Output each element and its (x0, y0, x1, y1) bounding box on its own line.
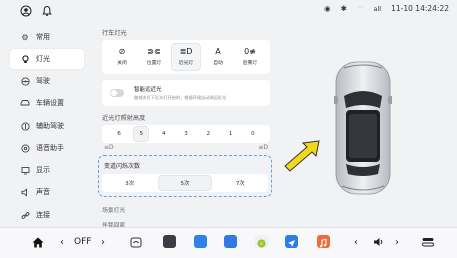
sidebar-item-sound[interactable]: 声音 (10, 182, 84, 202)
beam-high-icon: ≡D (258, 144, 268, 151)
beam-height-option[interactable]: 2 (201, 127, 215, 141)
signal-text: all (373, 4, 382, 13)
light-off-icon: ⊘ (118, 47, 126, 56)
beam-height-option[interactable]: 1 (224, 127, 238, 141)
flash-option-3[interactable]: 3次 (104, 176, 155, 190)
beam-low-icon: ≡D (104, 144, 114, 151)
bluetooth-icon: ✱ (340, 4, 347, 13)
sidebar-item-label: 辅助驾驶 (36, 122, 64, 130)
sidebar-item-label: 车辆设置 (36, 99, 64, 107)
scene-light-title: 场景灯光 (102, 208, 126, 214)
beam-height-selector: 6 5 4 3 2 1 0 (102, 125, 270, 143)
pointer-arrow-icon (284, 140, 320, 172)
light-option-label: 后雾灯 (242, 61, 258, 66)
clock: 11-10 14:24:22 (391, 4, 449, 13)
sidebar-item-display[interactable]: 显示 (10, 160, 84, 180)
car-icon (20, 98, 30, 108)
app-music-icon[interactable] (317, 235, 330, 248)
sidebar-item-driving[interactable]: 驾驶 (10, 71, 84, 91)
assist-icon (20, 121, 30, 131)
camera-icon: ◉ (324, 4, 331, 13)
sidebar-item-driver-assist[interactable]: 辅助驾驶 (10, 116, 84, 136)
sidebar-item-common[interactable]: ⚙ 常用 (10, 27, 84, 47)
wifi-icon: ◠ (356, 4, 364, 13)
volume-icon[interactable] (373, 237, 385, 250)
rear-fog-icon: 0≢ (244, 47, 256, 56)
seat-heat-icon[interactable] (130, 237, 142, 251)
lane-change-flash-title: 变道闪烁次数 (104, 163, 141, 170)
sidebar-item-label: 语音助手 (36, 144, 64, 152)
position-light-icon: ⋑⋐ (147, 47, 161, 56)
settings-sidebar: ⚙ 常用 灯光 驾驶 车辆设置 辅助驾驶 语音助手 显示 声音 连接 (0, 22, 88, 227)
lane-change-flash-selector: 3次 5次 7次 (102, 174, 268, 192)
light-option-off[interactable]: ⊘ 关闭 (108, 44, 136, 70)
sidebar-item-label: 显示 (36, 166, 50, 174)
light-option-label: 关闭 (117, 61, 127, 66)
app-vehicle-icon[interactable] (224, 235, 237, 248)
sidebar-item-label: 连接 (36, 211, 50, 219)
sidebar-item-label: 驾驶 (36, 77, 50, 85)
status-indicators: ◉ ✱ ◠ all 11-10 14:24:22 (324, 4, 449, 13)
sidebar-item-voice-assistant[interactable]: 语音助手 (10, 138, 84, 158)
beam-height-option[interactable]: 5 (134, 127, 149, 141)
flash-option-7[interactable]: 7次 (215, 176, 266, 190)
notification-icon[interactable] (41, 5, 53, 17)
app-ai-assistant-icon[interactable] (255, 235, 268, 248)
sidebar-item-label: 常用 (36, 33, 50, 41)
light-option-label: 近光灯 (178, 61, 194, 66)
app-navigation-icon[interactable] (285, 235, 298, 248)
light-option-label: 位置灯 (146, 61, 162, 66)
sidebar-item-label: 灯光 (36, 55, 50, 63)
beam-height-option[interactable]: 3 (179, 127, 193, 141)
light-option-rear-fog[interactable]: 0≢ 后雾灯 (236, 44, 264, 70)
light-option-position[interactable]: ⋑⋐ 位置灯 (140, 44, 168, 70)
beam-height-icons: ≡D ≡D (104, 144, 268, 152)
bottom-dock: ‹ OFF › ‹ › (0, 227, 457, 258)
auto-icon: A (215, 47, 221, 56)
smart-high-beam-desc: 路域夫灯下近光灯开启时，根据环境自动调远近光 (134, 95, 227, 100)
sidebar-item-vehicle-settings[interactable]: 车辆设置 (10, 93, 84, 113)
smart-high-beam-card: 智能远近光 路域夫灯下近光灯开启时，根据环境自动调远近光 (102, 80, 270, 106)
beam-height-option[interactable]: 6 (112, 127, 126, 141)
speaker-icon (20, 187, 30, 197)
temp-up-icon[interactable]: › (101, 237, 105, 248)
light-option-label: 自动 (213, 61, 223, 66)
app-settings-icon[interactable] (194, 235, 207, 248)
driving-light-title: 行车灯光 (102, 30, 127, 37)
climate-status[interactable]: OFF (74, 237, 91, 247)
low-beam-icon: ≣D (179, 47, 193, 56)
status-bar: ◉ ✱ ◠ all 11-10 14:24:22 (0, 0, 457, 22)
sidebar-item-label: 声音 (36, 188, 50, 196)
volume-up-icon[interactable]: › (395, 237, 399, 248)
steering-wheel-icon (20, 76, 30, 86)
bulb-icon (20, 54, 30, 64)
app-grid-icon[interactable] (163, 235, 176, 248)
sidebar-item-connection[interactable]: 连接 (10, 205, 84, 225)
gear-icon: ⚙ (21, 32, 29, 42)
beam-height-option[interactable]: 0 (246, 127, 260, 141)
flash-option-5[interactable]: 5次 (159, 176, 211, 190)
lights-settings-panel: 行车灯光 ⊘ 关闭 ⋑⋐ 位置灯 ≣D 近光灯 A 自动 0≢ 后雾灯 智能远近… (98, 22, 275, 229)
beam-height-title: 近光灯照射高度 (102, 115, 146, 122)
smart-high-beam-title: 智能远近光 (134, 87, 162, 93)
driving-light-selector: ⊘ 关闭 ⋑⋐ 位置灯 ≣D 近光灯 A 自动 0≢ 后雾灯 (102, 40, 270, 74)
light-option-auto[interactable]: A 自动 (204, 44, 232, 70)
control-center-icon[interactable] (422, 237, 434, 250)
sidebar-item-lights[interactable]: 灯光 (10, 49, 84, 69)
light-option-low-beam[interactable]: ≣D 近光灯 (172, 44, 200, 70)
volume-down-icon[interactable]: ‹ (354, 237, 358, 248)
beam-height-option[interactable]: 4 (157, 127, 171, 141)
link-icon (20, 210, 30, 220)
temp-down-icon[interactable]: ‹ (60, 237, 64, 248)
voice-icon (20, 143, 30, 153)
home-icon[interactable] (32, 237, 44, 251)
display-icon (20, 165, 30, 175)
profile-icon[interactable] (20, 5, 32, 17)
smart-high-beam-toggle[interactable] (110, 89, 124, 97)
vehicle-top-view (334, 61, 392, 195)
